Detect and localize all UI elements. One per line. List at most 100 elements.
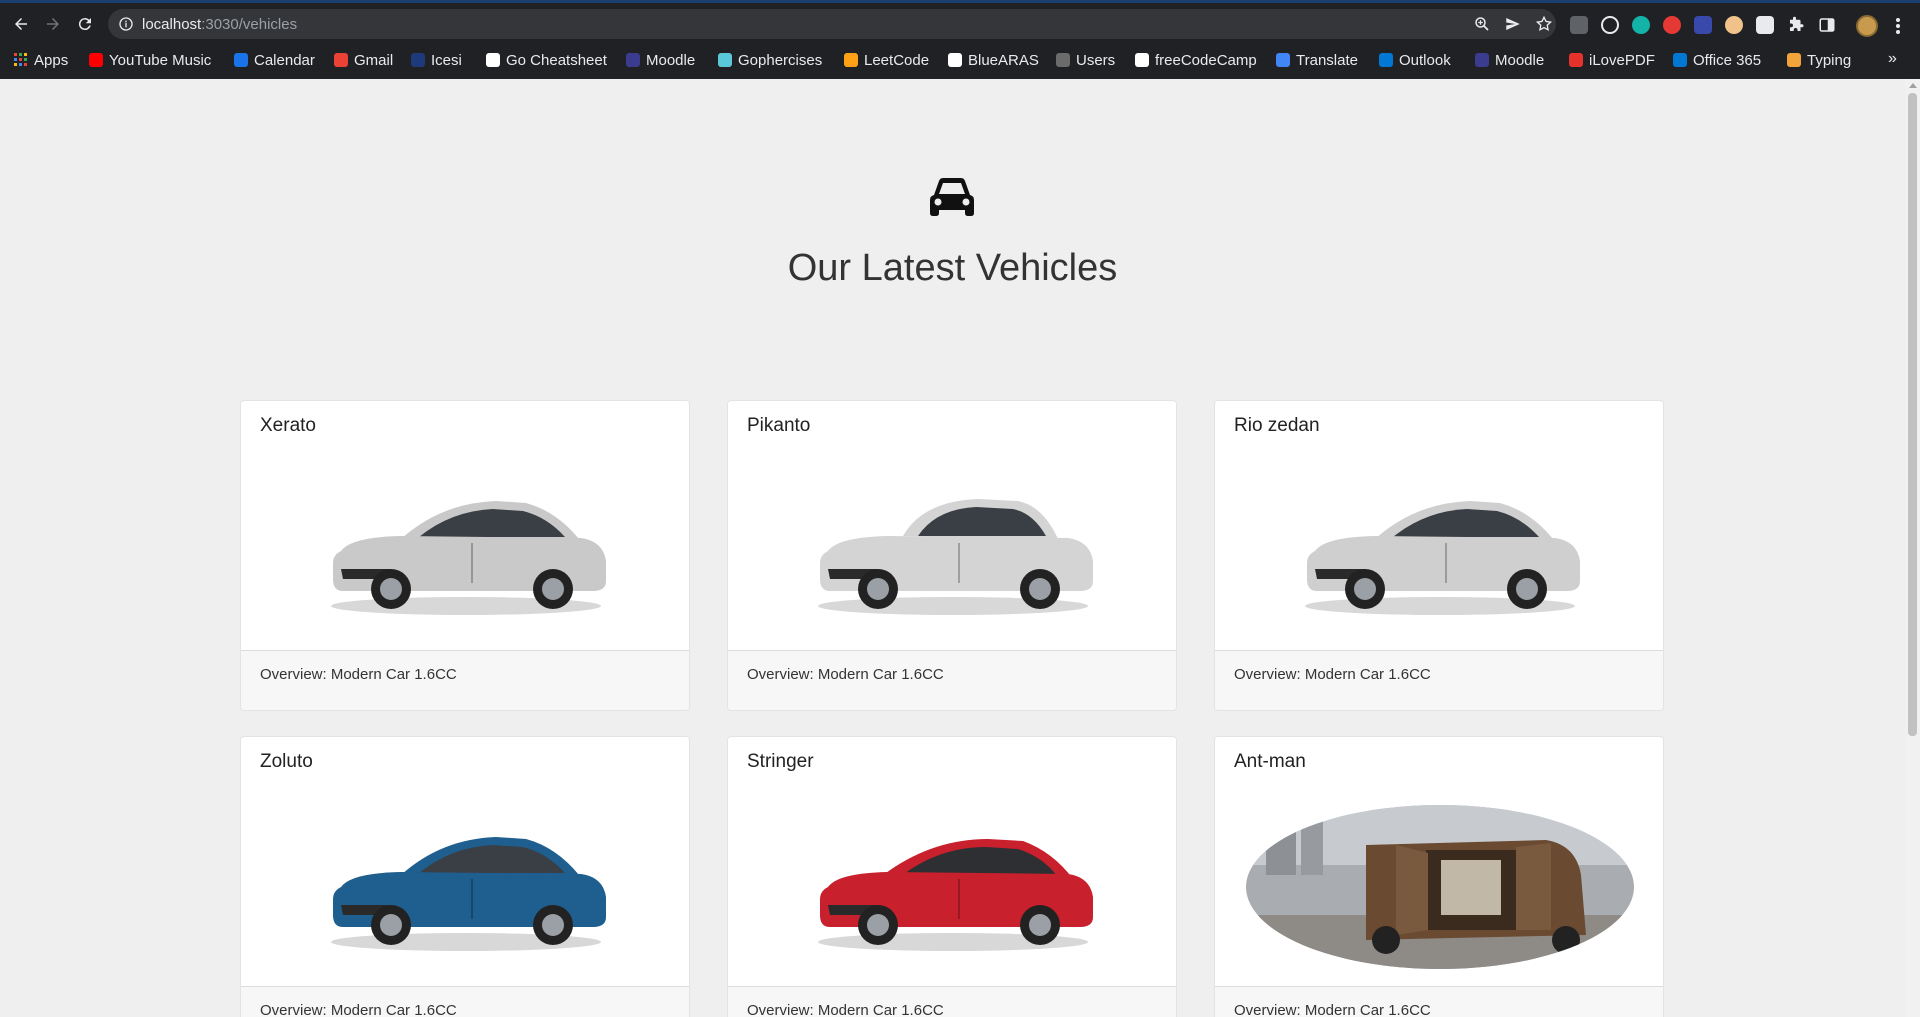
send-icon[interactable] xyxy=(1504,15,1522,33)
zoom-icon[interactable] xyxy=(1473,15,1491,33)
monitor-extension-icon[interactable] xyxy=(1694,16,1712,34)
bookmark-label: Typing xyxy=(1807,51,1852,69)
vehicle-card[interactable]: Pikanto Overview: Modern Car 1.6CC xyxy=(727,400,1177,711)
card-footer: Overview: Modern Car 1.6CC xyxy=(241,986,689,1017)
vehicle-overview: Overview: Modern Car 1.6CC xyxy=(260,666,457,683)
bookmark-favicon-icon xyxy=(1276,53,1290,67)
bookmark-users[interactable]: Users xyxy=(1056,50,1115,70)
vehicle-card[interactable]: Xerato Overview: Modern Car 1.6CC xyxy=(240,400,690,711)
bookmark-favicon-icon xyxy=(14,53,28,67)
bookmark-bluearas[interactable]: BlueARAS xyxy=(948,50,1039,70)
vehicle-name: Stringer xyxy=(747,751,814,772)
info-icon[interactable] xyxy=(118,16,134,32)
bookmark-office-365[interactable]: Office 365 xyxy=(1673,50,1761,70)
address-bar[interactable]: localhost:3030/vehicles xyxy=(108,9,1556,39)
bookmark-label: Gmail xyxy=(354,51,394,69)
vehicle-image xyxy=(728,787,1176,987)
bookmark-icesi[interactable]: Icesi xyxy=(411,50,462,70)
arrow-left-icon xyxy=(15,18,27,30)
url-path: :3030/vehicles xyxy=(201,16,298,33)
bookmark-gmail[interactable]: Gmail xyxy=(334,50,393,70)
scroll-up-arrow[interactable] xyxy=(1909,83,1917,88)
bookmark-apps[interactable]: Apps xyxy=(14,50,68,70)
m-extension-icon[interactable] xyxy=(1632,16,1650,34)
bookmark-label: YouTube Music xyxy=(109,51,212,69)
bookmark-moodle[interactable]: Moodle xyxy=(1475,50,1544,70)
bookmark-label: Icesi xyxy=(431,51,462,69)
bookmark-youtube-music[interactable]: YouTube Music xyxy=(89,50,211,70)
bookmark-label: Gophercises xyxy=(738,51,823,69)
bookmark-translate[interactable]: Translate xyxy=(1276,50,1358,70)
back-button[interactable] xyxy=(9,12,33,36)
bookmark-moodle[interactable]: Moodle xyxy=(626,50,695,70)
bookmark-leetcode[interactable]: LeetCode xyxy=(844,50,929,70)
bookmarks-overflow-button[interactable]: » xyxy=(1888,50,1897,68)
bookmark-go-cheatsheet[interactable]: Go Cheatsheet xyxy=(486,50,607,70)
bookmark-typing[interactable]: Typing xyxy=(1787,50,1851,70)
url-text[interactable]: localhost:3030/vehicles xyxy=(142,16,297,33)
bookmark-label: freeCodeCamp xyxy=(1155,51,1257,69)
profile-avatar[interactable] xyxy=(1856,15,1878,37)
card-footer: Overview: Modern Car 1.6CC xyxy=(241,650,689,710)
url-host: localhost xyxy=(142,16,202,33)
bookmark-favicon-icon xyxy=(626,53,640,67)
bookmark-favicon-icon xyxy=(948,53,962,67)
bookmark-label: Moodle xyxy=(1495,51,1545,69)
card-footer: Overview: Modern Car 1.6CC xyxy=(728,650,1176,710)
browser-toolbar: localhost:3030/vehicles xyxy=(0,6,1920,42)
bookmark-favicon-icon xyxy=(411,53,425,67)
page-content: Our Latest Vehicles Xerato Overview: Mode… xyxy=(0,79,1905,1017)
bookmark-label: LeetCode xyxy=(864,51,930,69)
vehicle-name: Rio zedan xyxy=(1234,415,1320,436)
owl-extension-icon[interactable] xyxy=(1725,16,1743,34)
bookmark-label: Users xyxy=(1076,51,1116,69)
bookmark-favicon-icon xyxy=(1379,53,1393,67)
bookmarks-bar: Apps YouTube Music Calendar Gmail Icesi Go Ch… xyxy=(0,46,1920,74)
extension-icon[interactable] xyxy=(1570,16,1588,34)
vehicle-name: Xerato xyxy=(260,415,316,436)
reload-icon xyxy=(78,18,91,31)
bookmark-label: Outlook xyxy=(1399,51,1451,69)
scrollbar[interactable] xyxy=(1905,79,1920,1017)
bookmark-outlook[interactable]: Outlook xyxy=(1379,50,1451,70)
bookmark-calendar[interactable]: Calendar xyxy=(234,50,315,70)
menu-dots-icon[interactable] xyxy=(1890,16,1906,36)
bookmark-favicon-icon xyxy=(1135,53,1149,67)
lightbulb-icon[interactable] xyxy=(1601,16,1619,34)
reload-button[interactable] xyxy=(73,12,97,36)
vehicle-card[interactable]: Stringer Overview: Modern Car 1.6CC xyxy=(727,736,1177,1017)
vehicle-image xyxy=(1215,787,1663,987)
s-extension-icon[interactable] xyxy=(1756,16,1774,34)
puzzle-icon[interactable] xyxy=(1787,16,1805,34)
vehicle-card[interactable]: Ant-man Overview: Modern Car 1.6CC xyxy=(1214,736,1664,1017)
vehicle-overview: Overview: Modern Car 1.6CC xyxy=(1234,1002,1431,1017)
bookmark-gophercises[interactable]: Gophercises xyxy=(718,50,822,70)
vehicle-image xyxy=(241,787,689,987)
bookmark-label: Go Cheatsheet xyxy=(506,51,607,69)
bookmark-favicon-icon xyxy=(718,53,732,67)
bookmark-label: Translate xyxy=(1296,51,1358,69)
bookmark-favicon-icon xyxy=(1673,53,1687,67)
vehicle-image xyxy=(1215,451,1663,651)
bookmark-favicon-icon xyxy=(1569,53,1583,67)
scrollbar-thumb[interactable] xyxy=(1908,93,1917,736)
forward-button[interactable] xyxy=(41,12,65,36)
side-panel-icon[interactable] xyxy=(1818,16,1836,34)
car-icon xyxy=(930,178,974,216)
bookmark-favicon-icon xyxy=(1056,53,1070,67)
card-footer: Overview: Modern Car 1.6CC xyxy=(1215,650,1663,710)
vehicle-card[interactable]: Zoluto Overview: Modern Car 1.6CC xyxy=(240,736,690,1017)
vehicle-image xyxy=(241,451,689,651)
vehicle-overview: Overview: Modern Car 1.6CC xyxy=(747,666,944,683)
vehicle-name: Pikanto xyxy=(747,415,811,436)
bookmark-favicon-icon xyxy=(1475,53,1489,67)
vehicle-card[interactable]: Rio zedan Overview: Modern Car 1.6CC xyxy=(1214,400,1664,711)
bookmark-favicon-icon xyxy=(486,53,500,67)
bookmark-freecodecamp[interactable]: freeCodeCamp xyxy=(1135,50,1257,70)
star-icon[interactable] xyxy=(1535,15,1553,33)
bookmark-favicon-icon xyxy=(844,53,858,67)
bookmark-ilovepdf[interactable]: iLovePDF xyxy=(1569,50,1655,70)
bookmark-favicon-icon xyxy=(89,53,103,67)
red-extension-icon[interactable] xyxy=(1663,16,1681,34)
bookmark-label: Moodle xyxy=(646,51,696,69)
